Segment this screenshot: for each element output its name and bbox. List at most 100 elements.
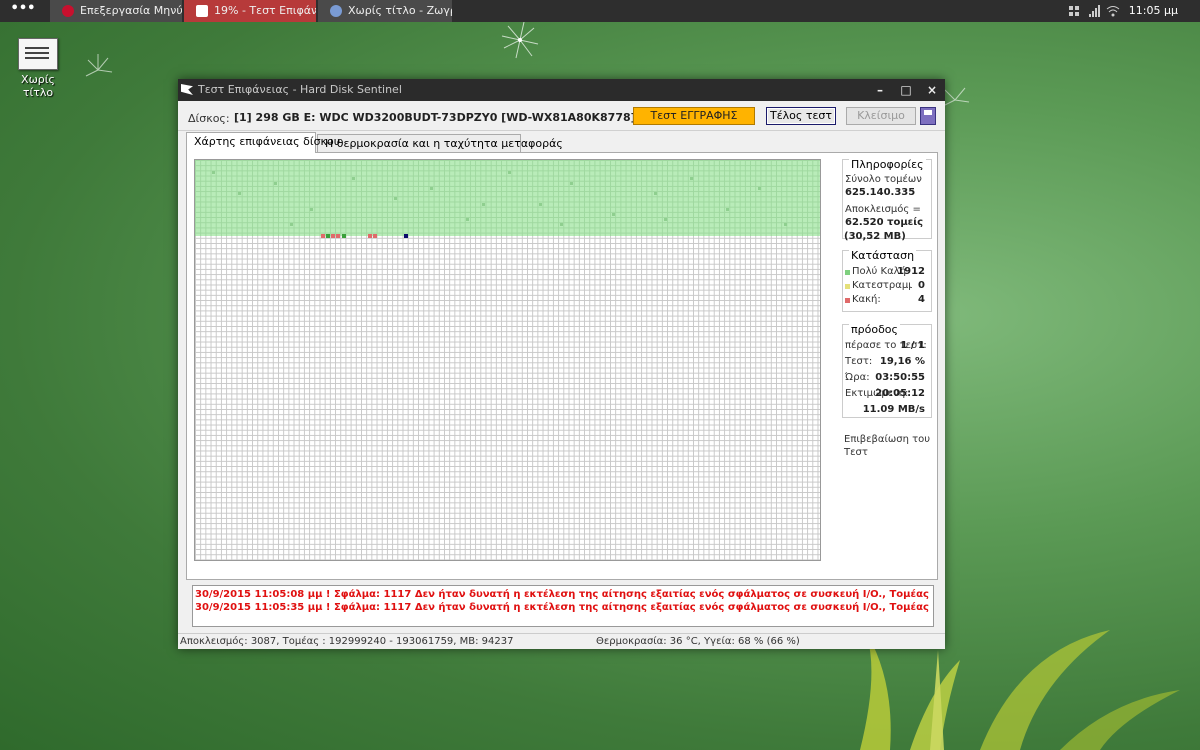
total-sectors-value: 625.140.335 — [845, 187, 916, 198]
network-icon[interactable] — [1068, 4, 1080, 18]
status-bad-value: 4 — [918, 294, 925, 305]
taskbar-task-opera[interactable]: Επεξεργασία Μηνύ... — [50, 0, 182, 22]
log-line: 30/9/2015 11:05:08 μμ ! Σφάλμα: 1117 Δεν… — [195, 589, 933, 600]
surface-block-mark — [508, 171, 511, 175]
progress-title: πρόοδος — [849, 323, 900, 336]
status-bad-label: Κακή: — [852, 294, 881, 305]
tab-surface-map[interactable]: Χάρτης επιφάνειας δίσκου — [186, 132, 340, 153]
image-file-icon — [18, 38, 58, 70]
taskbar-task-paint[interactable]: Χωρίς τίτλο - Ζωγρ... — [318, 0, 452, 22]
maximize-button[interactable]: □ — [894, 79, 918, 101]
surface-block-mark — [320, 233, 325, 238]
hdsentinel-icon — [196, 5, 208, 17]
disk-label: Δίσκος: — [188, 112, 230, 125]
surface-block-mark — [539, 202, 543, 206]
taskbar-task-label: 19% - Τεστ Επιφάνε... — [214, 4, 316, 17]
progress-test-value: 19,16 % — [879, 356, 925, 367]
confirm-label-line2: Τεστ — [844, 447, 868, 458]
surface-block-mark — [690, 176, 693, 180]
status-good-value: 1912 — [897, 266, 925, 277]
info-box: Πληροφορίες Σύνολο τομέων 625.140.335 Απ… — [842, 158, 932, 239]
block-label: Αποκλεισμός = — [845, 204, 921, 215]
legend-bad-swatch — [845, 298, 850, 303]
surface-block-mark — [653, 192, 657, 196]
separator — [178, 130, 945, 131]
hdsentinel-app-icon — [181, 84, 193, 95]
legend-damaged-swatch — [845, 284, 850, 289]
surface-block-mark — [372, 233, 377, 238]
disk-name: [1] 298 GB E: WDC WD3200BUDT-73DPZY0 [WD… — [234, 111, 636, 124]
status-health-info: Θερμοκρασία: 36 °C, Υγεία: 68 % (66 %) — [596, 636, 800, 647]
surface-block-mark — [331, 233, 336, 238]
taskbar: ••• Επεξεργασία Μηνύ... 19% - Τεστ Επιφά… — [0, 0, 1200, 22]
paint-icon — [330, 5, 342, 17]
opera-icon — [62, 5, 74, 17]
surface-map-panel: Πληροφορίες Σύνολο τομέων 625.140.335 Απ… — [186, 152, 938, 580]
surface-block-mark — [482, 202, 485, 206]
surface-block-mark — [393, 197, 397, 201]
status-title: Κατάσταση — [849, 249, 917, 262]
taskbar-task-label: Επεξεργασία Μηνύ... — [80, 4, 182, 17]
progress-time-value: 03:50:55 — [875, 372, 925, 383]
progress-box: πρόοδος πέρασε το τεστ: 1 / 1 Τεστ: 19,1… — [842, 323, 932, 418]
log-line: 30/9/2015 11:05:35 μμ ! Σφάλμα: 1117 Δεν… — [195, 602, 933, 613]
surface-block-mark — [404, 233, 408, 238]
window-titlebar[interactable]: Τεστ Επιφάνειας - Hard Disk Sentinel – □… — [178, 79, 945, 101]
confirm-label-line1: Επιβεβαίωση του — [844, 434, 931, 445]
surface-block-mark — [726, 207, 730, 211]
surface-block-mark — [274, 181, 277, 185]
app-menu-button[interactable]: ••• — [6, 2, 40, 20]
surface-block-mark — [211, 171, 215, 175]
status-block-info: Αποκλεισμός: 3087, Τομέας : 192999240 - … — [180, 636, 514, 647]
surface-block-mark — [289, 223, 293, 227]
block-mb-value: (30,52 MB) — [844, 231, 906, 242]
surface-block-mark — [783, 223, 787, 227]
progress-speed-value: 11.09 MB/s — [862, 404, 925, 415]
surface-block-mark — [612, 213, 615, 216]
status-damaged-label: Κατεστραμμένα — [852, 280, 912, 291]
surface-block-mark — [326, 233, 330, 238]
surface-block-mark — [336, 233, 341, 238]
close-button[interactable]: Κλείσιμο — [846, 107, 916, 125]
progress-estimated-value: 20:05:12 — [875, 388, 925, 399]
surface-block-mark — [664, 218, 667, 222]
status-bar: Αποκλεισμός: 3087, Τομέας : 192999240 - … — [178, 633, 945, 650]
taskbar-task-label: Χωρίς τίτλο - Ζωγρ... — [348, 4, 452, 17]
desktop-icon-untitled[interactable]: Χωρίς τίτλο — [10, 38, 66, 99]
surface-block-mark — [430, 187, 433, 190]
end-test-button[interactable]: Τέλος τεστ — [766, 107, 836, 125]
progress-pass-value: 1 / 1 — [900, 340, 925, 351]
close-window-button[interactable]: × — [920, 79, 944, 101]
block-sectors-value: 62.520 τομείς — [845, 217, 924, 228]
surface-block-mark — [466, 218, 470, 222]
info-title: Πληροφορίες — [849, 158, 926, 171]
surface-block-mark — [341, 233, 346, 238]
surface-block-mark — [310, 207, 314, 211]
progress-test-label: Τεστ: — [845, 356, 873, 367]
total-sectors-label: Σύνολο τομέων — [845, 174, 922, 185]
status-box: Κατάσταση Πολύ Καλή 1912 Κατεστραμμένα 0… — [842, 249, 932, 312]
save-icon[interactable] — [920, 107, 936, 125]
wifi-icon[interactable] — [1106, 4, 1120, 18]
surface-block-mark — [570, 181, 574, 185]
surface-block-mark — [757, 187, 761, 190]
dandelion-decoration — [85, 54, 113, 77]
surface-test-window: Τεστ Επιφάνειας - Hard Disk Sentinel – □… — [178, 79, 945, 649]
write-test-button[interactable]: Τεστ ΕΓΓΡΑΦΗΣ — [633, 107, 755, 125]
error-log[interactable]: 30/9/2015 11:05:08 μμ ! Σφάλμα: 1117 Δεν… — [192, 585, 934, 627]
signal-icon[interactable] — [1088, 4, 1100, 18]
progress-time-label: Ώρα: — [845, 372, 870, 383]
surface-block-mark — [237, 192, 241, 196]
clock[interactable]: 11:05 μμ — [1129, 0, 1178, 22]
desktop-icon-label: Χωρίς τίτλο — [21, 73, 55, 99]
minimize-button[interactable]: – — [868, 79, 892, 101]
disk-surface-map — [194, 159, 821, 561]
surface-block-mark — [352, 176, 355, 180]
surface-block-mark — [367, 233, 372, 238]
status-damaged-value: 0 — [918, 280, 925, 291]
taskbar-task-hdsentinel[interactable]: 19% - Τεστ Επιφάνε... — [184, 0, 316, 22]
window-title: Τεστ Επιφάνειας - Hard Disk Sentinel — [198, 83, 402, 96]
tab-temperature-speed[interactable]: Η θερμοκρασία και η ταχύτητα μεταφοράς — [317, 134, 563, 153]
legend-good-swatch — [845, 270, 850, 275]
surface-block-mark — [560, 223, 563, 227]
